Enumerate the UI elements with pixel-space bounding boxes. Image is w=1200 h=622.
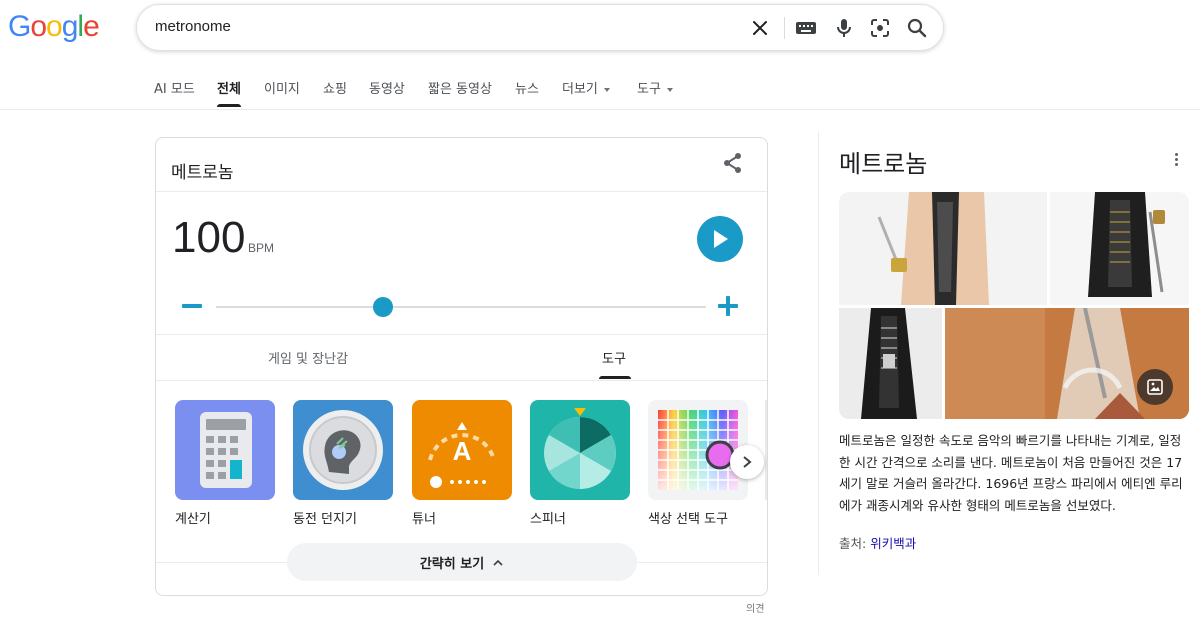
lens-icon[interactable] [868, 16, 892, 40]
play-button[interactable] [697, 216, 743, 262]
knowledge-panel-divider [818, 132, 819, 575]
spinner-tile[interactable] [530, 400, 630, 500]
calculator-tile[interactable] [175, 400, 275, 500]
metronome-photo[interactable] [1050, 192, 1189, 305]
subtab-tools[interactable]: 도구 [602, 348, 626, 367]
search-input[interactable]: metronome [155, 18, 231, 35]
tab-tools-label: 도구 [637, 82, 661, 97]
search-icon[interactable] [905, 16, 929, 40]
tempo-slider-track[interactable] [216, 306, 706, 308]
tuner-note: A [452, 436, 472, 466]
card-divider [156, 334, 767, 335]
tuner-label[interactable]: 튜너 [412, 508, 436, 527]
share-icon[interactable] [722, 152, 744, 174]
metronome-card: 메트로놈 100 BPM 게임 및 장난감 도구 계산기 동전 던지기 A 튜너… [155, 137, 768, 596]
source-prefix: 출처: [839, 536, 867, 551]
tab-news[interactable]: 뉴스 [515, 78, 539, 97]
logo-letter: o [30, 10, 47, 43]
knowledge-panel-source: 출처: 위키백과 [839, 533, 916, 552]
tab-images[interactable]: 이미지 [264, 78, 300, 97]
calculator-icon [200, 412, 252, 488]
search-divider [784, 17, 785, 39]
subtab-active-indicator [599, 376, 631, 379]
collapse-label: 간략히 보기 [419, 556, 485, 572]
tab-more-label: 더보기 [562, 82, 598, 97]
tab-shopping[interactable]: 쇼핑 [323, 78, 347, 97]
mic-icon[interactable] [832, 16, 856, 40]
spinner-label[interactable]: 스피너 [530, 508, 566, 527]
decrease-tempo-button[interactable] [182, 304, 202, 308]
tuner-tile[interactable]: A [412, 400, 512, 500]
tiles-next-button[interactable] [730, 445, 764, 479]
tab-tools[interactable]: 도구 [637, 78, 673, 97]
source-link[interactable]: 위키백과 [870, 536, 916, 551]
logo-letter: e [83, 10, 100, 43]
collapse-button[interactable]: 간략히 보기 [287, 543, 637, 581]
feedback-link[interactable]: 의견 [746, 600, 764, 615]
chevron-down-icon [603, 87, 610, 92]
more-options-icon[interactable] [1168, 150, 1184, 168]
header-divider [0, 109, 1200, 110]
knowledge-panel-images[interactable] [839, 192, 1189, 419]
subtab-games-toys[interactable]: 게임 및 장난감 [268, 348, 348, 367]
color-picker-tile[interactable] [648, 400, 748, 500]
color-picker-icon [658, 410, 738, 490]
tempo-slider-thumb[interactable] [372, 297, 393, 317]
logo-letter: g [61, 10, 79, 43]
card-title: 메트로놈 [171, 163, 234, 183]
chevron-right-icon [743, 456, 752, 468]
search-box[interactable]: metronome [136, 4, 944, 51]
logo-letter: o [46, 10, 63, 43]
bpm-unit: BPM [248, 241, 275, 255]
clear-icon[interactable] [748, 16, 772, 40]
bpm-value: 100 [172, 213, 246, 262]
logo-letter: G [8, 10, 31, 43]
color-picker-label[interactable]: 색상 선택 도구 [648, 508, 728, 527]
spinner-icon [544, 408, 616, 489]
chevron-down-icon [666, 87, 673, 92]
tab-ai-mode[interactable]: AI 모드 [154, 78, 195, 97]
tab-videos[interactable]: 동영상 [369, 78, 405, 97]
knowledge-panel-description: 메트로놈은 일정한 속도로 음악의 빠르기를 나타내는 기계로, 일정한 시간 … [839, 433, 1183, 513]
metronome-photo[interactable] [839, 192, 1047, 305]
knowledge-panel-title: 메트로놈 [839, 150, 928, 178]
calculator-label[interactable]: 계산기 [175, 508, 211, 527]
tab-active-indicator [217, 104, 241, 107]
image-gallery-icon[interactable] [1137, 369, 1173, 405]
plus-icon-vertical [726, 296, 730, 316]
tab-all[interactable]: 전체 [217, 78, 241, 97]
metronome-photo[interactable] [839, 308, 942, 419]
tab-short-videos[interactable]: 짧은 동영상 [428, 78, 492, 97]
coin-flip-icon [303, 410, 383, 490]
chevron-up-icon [493, 559, 503, 566]
tab-more[interactable]: 더보기 [562, 78, 610, 97]
coin-flip-label[interactable]: 동전 던지기 [293, 508, 357, 527]
card-divider [156, 191, 767, 192]
keyboard-icon[interactable] [794, 16, 818, 40]
coin-flip-tile[interactable] [293, 400, 393, 500]
play-icon [714, 230, 728, 248]
card-divider [156, 380, 767, 381]
next-tile-peek [765, 400, 767, 500]
google-logo[interactable]: Google [8, 10, 100, 44]
